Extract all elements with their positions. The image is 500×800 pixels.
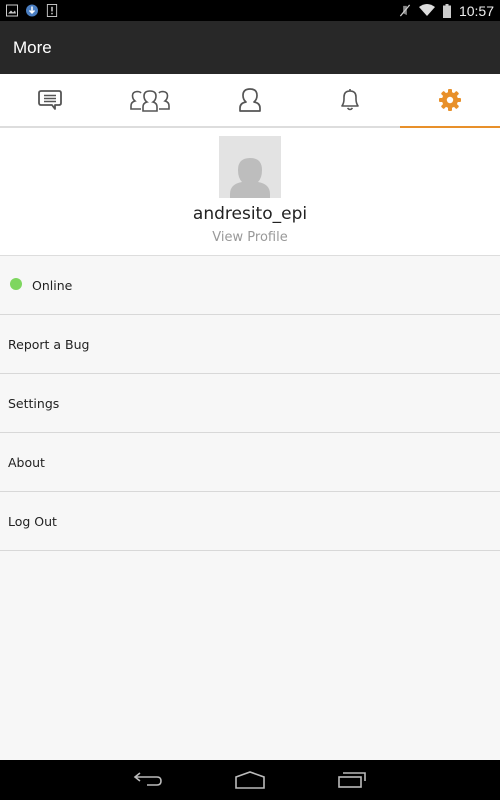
menu-item-label: Report a Bug — [8, 336, 90, 352]
person-placeholder-icon — [230, 158, 270, 198]
menu-item-label: Settings — [8, 395, 60, 411]
back-icon — [133, 772, 162, 786]
recents-icon — [338, 772, 366, 788]
system-nav-bar — [0, 760, 500, 800]
battery-icon — [442, 3, 451, 18]
recents-button[interactable] — [332, 765, 372, 795]
clock: 10:57 — [458, 2, 494, 19]
page-title: More — [13, 37, 52, 57]
tab-bar — [0, 74, 500, 128]
status-item[interactable]: Online — [0, 256, 500, 315]
group-icon — [130, 90, 170, 112]
download-icon — [26, 4, 38, 17]
username: andresito_epi — [192, 204, 308, 224]
avatar[interactable] — [219, 136, 281, 198]
person-icon — [239, 88, 261, 112]
status-label: Online — [32, 277, 73, 293]
alert-icon — [46, 4, 58, 17]
chat-icon — [38, 90, 62, 110]
home-icon — [235, 771, 265, 789]
gear-icon — [439, 89, 461, 111]
menu-item-label: Log Out — [8, 513, 57, 529]
menu-item-about[interactable]: About — [0, 433, 500, 492]
tab-notifications[interactable] — [300, 74, 400, 126]
tab-contacts[interactable] — [200, 74, 300, 126]
menu-item-report-bug[interactable]: Report a Bug — [0, 315, 500, 374]
image-icon — [6, 4, 18, 17]
home-button[interactable] — [230, 765, 270, 795]
menu-list: Online Report a Bug Settings About Log O… — [0, 256, 500, 551]
app-bar: More — [0, 21, 500, 74]
view-profile-link[interactable]: View Profile — [0, 230, 500, 245]
wifi-icon — [418, 4, 435, 16]
menu-item-log-out[interactable]: Log Out — [0, 492, 500, 551]
back-button[interactable] — [128, 765, 168, 795]
mute-icon — [399, 4, 411, 17]
status-bar: 10:57 — [0, 0, 500, 21]
bell-icon — [341, 89, 359, 111]
tab-groups[interactable] — [100, 74, 200, 126]
menu-item-label: About — [8, 454, 45, 470]
tab-more[interactable] — [400, 74, 500, 128]
menu-item-settings[interactable]: Settings — [0, 374, 500, 433]
online-status-dot — [10, 278, 22, 290]
tab-messages[interactable] — [0, 74, 100, 126]
profile-card: andresito_epi View Profile — [0, 128, 500, 256]
